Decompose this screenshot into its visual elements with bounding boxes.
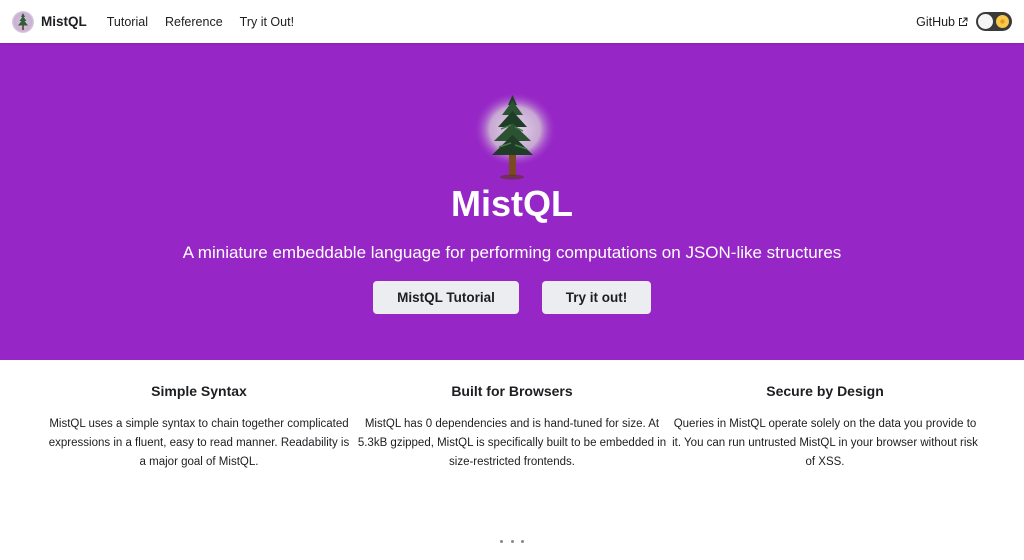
dot [500,539,503,543]
nav-link-try-it-out[interactable]: Try it Out! [240,15,294,29]
nav-link-tutorial[interactable]: Tutorial [107,15,148,29]
feature-description: Queries in MistQL operate solely on the … [672,418,978,468]
tree-logo-icon [471,91,557,181]
github-link[interactable]: GitHub [916,15,968,29]
dot [521,539,524,543]
dot [510,539,514,543]
hero-banner: MistQL A miniature embeddable language f… [0,43,1024,360]
github-label: GitHub [916,14,955,29]
feature-simple-syntax: Simple Syntax MistQL uses a simple synta… [44,383,354,472]
theme-toggle[interactable] [976,12,1012,31]
brand-title: MistQL [41,14,87,29]
nav-link-reference[interactable]: Reference [165,15,223,29]
feature-built-for-browsers: Built for Browsers MistQL has 0 dependen… [357,383,667,472]
brand-link[interactable]: MistQL [12,10,87,33]
hero-title: MistQL [451,183,573,224]
nav-right: GitHub [916,12,1012,31]
tree-logo-icon [12,10,34,33]
toggle-knob [978,14,993,29]
hero-subtitle: A miniature embeddable language for perf… [182,243,842,262]
feature-title: Secure by Design [766,383,884,399]
feature-title: Built for Browsers [451,383,573,399]
feature-secure-by-design: Secure by Design Queries in MistQL opera… [670,383,980,472]
feature-description: MistQL uses a simple syntax to chain tog… [48,418,350,468]
more-indicator [500,536,524,546]
feature-title: Simple Syntax [151,383,247,399]
feature-description: MistQL has 0 dependencies and is hand-tu… [357,418,667,468]
navbar: MistQL Tutorial Reference Try it Out! Gi… [0,0,1024,43]
sun-icon [996,15,1009,28]
mistql-tutorial-button[interactable]: MistQL Tutorial [373,281,519,314]
try-it-out-button[interactable]: Try it out! [542,281,651,314]
external-link-icon [958,17,968,27]
